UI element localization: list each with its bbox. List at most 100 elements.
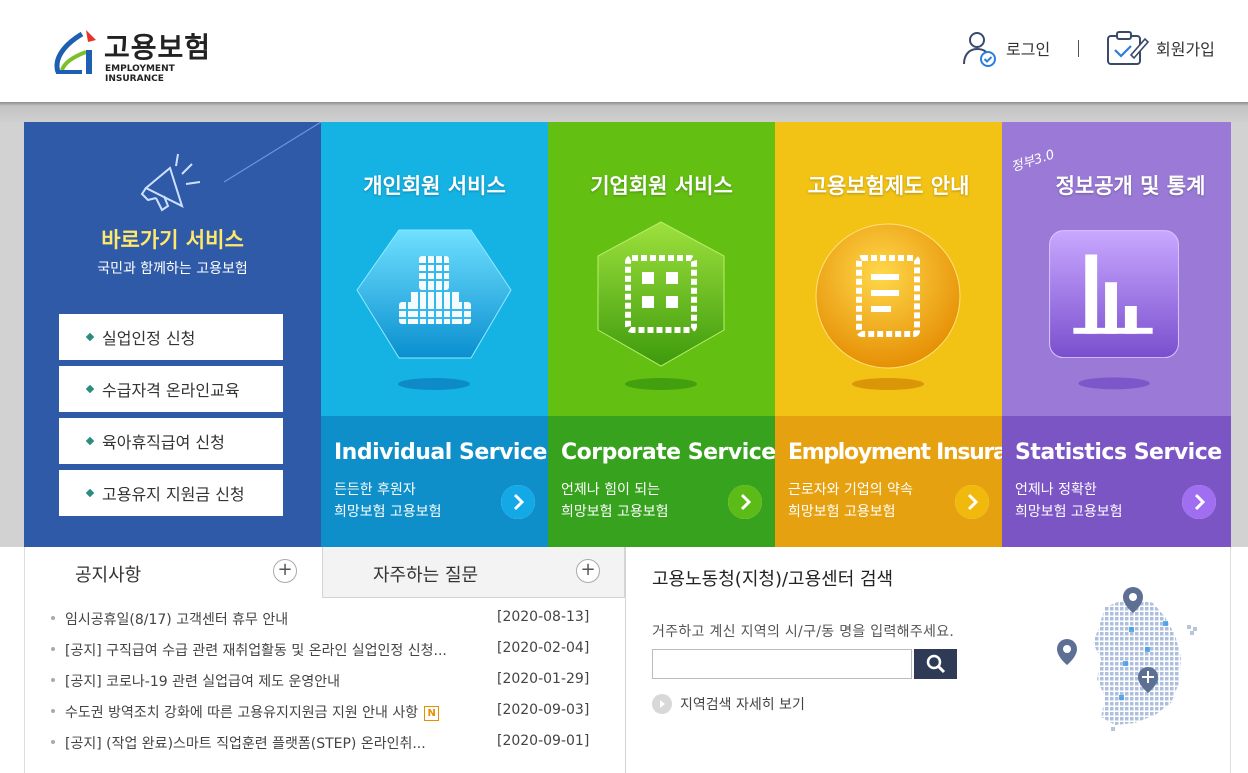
header-divider — [1078, 40, 1079, 57]
bullet-icon — [51, 678, 55, 682]
list-item[interactable]: 수도권 방역조치 강화에 따른 고용유지지원금 지원 안내 사항 N [2020-… — [49, 701, 599, 732]
building-icon — [597, 221, 725, 390]
service-statistics[interactable]: 정보공개 및 통계 정부3.0 Statistics Service 언제나 정… — [1002, 122, 1231, 547]
service-title: 정보공개 및 통계 — [1055, 174, 1206, 198]
quick-item-label: 육아휴직급여 신청 — [102, 433, 225, 452]
logo-title: 고용보험 — [104, 31, 212, 64]
header-shadow — [0, 102, 1248, 122]
office-search-title: 고용노동청(지청)/고용센터 검색 — [652, 569, 894, 590]
service-title: 고용보험제도 안내 — [807, 174, 970, 198]
search-button[interactable] — [914, 649, 957, 679]
bottom-section: 공지사항 + 자주하는 질문 + 임시공휴일(8/17) 고객센터 휴무 안내 … — [24, 547, 1231, 773]
quick-item-online-education[interactable]: 수급자격 온라인교육 — [59, 366, 283, 412]
tab-faq[interactable]: 자주하는 질문 + — [322, 547, 625, 598]
notice-date: [2020-08-13] — [497, 609, 590, 625]
quick-item-label: 실업인정 신청 — [102, 329, 196, 348]
service-corporate[interactable]: 기업회원 서비스 Corporate Service 언제나 힘이 되는 희망보… — [548, 122, 775, 547]
service-footer: Statistics Service 언제나 정확한 희망보험 고용보험 — [1002, 416, 1231, 547]
notice-title[interactable]: [공지] (작업 완료)스마트 직업훈련 플랫폼(STEP) 온라인취... — [65, 733, 485, 753]
bullet-icon — [85, 488, 95, 498]
service-footer: Employment Insurance 근로자와 기업의 약속 희망보험 고용… — [775, 416, 1002, 547]
logo-subtitle: EMPLOYMENT INSURANCE — [105, 64, 175, 84]
bullet-icon — [85, 332, 95, 342]
korea-map-icon — [1057, 587, 1197, 731]
notice-title-wrap[interactable]: 수도권 방역조치 강화에 따른 고용유지지원금 지원 안내 사항 N — [65, 702, 440, 722]
plus-icon[interactable]: + — [273, 559, 297, 583]
arrow-right-icon[interactable] — [1182, 485, 1216, 519]
header: 고용보험 EMPLOYMENT INSURANCE 로그인 회원가입 — [0, 0, 1248, 102]
quick-subtitle: 국민과 함께하는 고용보험 — [97, 261, 248, 277]
login-link[interactable]: 로그인 — [960, 28, 1050, 68]
document-icon — [815, 223, 961, 390]
service-employment-insurance[interactable]: 고용보험제도 안내 Employment Insurance 근로자와 기업의 … — [775, 122, 1002, 547]
notice-date: [2020-02-04] — [497, 640, 590, 656]
chart-icon — [1049, 230, 1179, 390]
service-en-title: Statistics Service — [1015, 440, 1222, 465]
search-icon — [926, 654, 945, 674]
bullet-icon — [85, 436, 95, 446]
plus-icon[interactable]: + — [576, 559, 600, 583]
notice-date: [2020-09-03] — [497, 702, 590, 718]
arrow-right-icon[interactable] — [728, 485, 762, 519]
list-item[interactable]: 임시공휴일(8/17) 고객센터 휴무 안내 [2020-08-13] — [49, 608, 599, 639]
service-desc-1: 언제나 힘이 되는 — [561, 482, 661, 498]
new-badge: N — [424, 706, 440, 721]
service-en-title: Corporate Service — [561, 440, 775, 465]
join-icon — [1107, 31, 1150, 65]
detail-link-label: 지역검색 자세히 보기 — [680, 697, 805, 713]
tab-notice[interactable]: 공지사항 + — [25, 547, 322, 598]
bullet-icon — [51, 709, 55, 713]
person-icon — [356, 229, 512, 390]
service-individual[interactable]: 개인회원 서비스 Individual Service 든든한 후원자 희망보험… — [321, 122, 548, 547]
service-desc-2: 희망보험 고용보험 — [561, 504, 669, 520]
bullet-icon — [51, 647, 55, 651]
office-search-desc: 거주하고 계신 지역의 시/구/동 명을 입력해주세요. — [652, 624, 955, 640]
quick-service-panel: 바로가기 서비스 국민과 함께하는 고용보험 실업인정 신청 수급자격 온라인교… — [24, 122, 321, 547]
join-link[interactable]: 회원가입 — [1106, 28, 1215, 68]
arrow-right-icon[interactable] — [501, 485, 535, 519]
service-title: 기업회원 서비스 — [590, 174, 733, 198]
office-search-input[interactable] — [652, 649, 912, 679]
service-footer: Individual Service 든든한 후원자 희망보험 고용보험 — [321, 416, 548, 547]
service-desc-2: 희망보험 고용보험 — [334, 504, 442, 520]
service-desc-2: 희망보험 고용보험 — [1015, 504, 1123, 520]
tab-notice-label: 공지사항 — [75, 565, 142, 586]
quick-item-childcare-leave[interactable]: 육아휴직급여 신청 — [59, 418, 283, 464]
list-item[interactable]: [공지] 구직급여 수급 관련 재취업활동 및 온라인 실업인정 신청... [… — [49, 639, 599, 670]
bullet-icon — [51, 740, 55, 744]
service-desc-1: 든든한 후원자 — [334, 482, 416, 498]
arrow-right-icon[interactable] — [955, 485, 989, 519]
megaphone-icon — [140, 153, 201, 212]
quick-item-employment-retention[interactable]: 고용유지 지원금 신청 — [59, 470, 283, 516]
login-icon — [963, 32, 996, 67]
service-desc-2: 희망보험 고용보험 — [788, 504, 896, 520]
list-item[interactable]: [공지] 코로나-19 관련 실업급여 제도 운영안내 [2020-01-29] — [49, 670, 599, 701]
service-desc-1: 언제나 정확한 — [1015, 482, 1097, 498]
quick-item-label: 수급자격 온라인교육 — [102, 381, 240, 400]
service-footer: Corporate Service 언제나 힘이 되는 희망보험 고용보험 — [548, 416, 775, 547]
notice-date: [2020-01-29] — [497, 671, 590, 687]
tab-faq-label: 자주하는 질문 — [373, 565, 479, 586]
logo[interactable]: 고용보험 EMPLOYMENT INSURANCE — [52, 24, 222, 84]
quick-title: 바로가기 서비스 — [101, 228, 244, 252]
notice-title: 수도권 방역조치 강화에 따른 고용유지지원금 지원 안내 사항 — [65, 705, 419, 721]
quick-item-label: 고용유지 지원금 신청 — [102, 485, 245, 504]
notice-list: 임시공휴일(8/17) 고객센터 휴무 안내 [2020-08-13] [공지]… — [49, 608, 599, 763]
bullet-icon — [51, 616, 55, 620]
service-en-title: Individual Service — [334, 440, 547, 465]
list-item[interactable]: [공지] (작업 완료)스마트 직업훈련 플랫폼(STEP) 온라인취... [… — [49, 732, 599, 763]
bullet-icon — [85, 384, 95, 394]
play-icon — [652, 694, 672, 714]
notice-title[interactable]: [공지] 구직급여 수급 관련 재취업활동 및 온라인 실업인정 신청... — [65, 640, 485, 660]
notice-title[interactable]: 임시공휴일(8/17) 고객센터 휴무 안내 — [65, 609, 485, 629]
service-title: 개인회원 서비스 — [363, 174, 506, 198]
section-divider — [625, 547, 626, 773]
region-search-detail-link[interactable]: 지역검색 자세히 보기 — [652, 694, 805, 714]
notice-title[interactable]: [공지] 코로나-19 관련 실업급여 제도 운영안내 — [65, 671, 485, 691]
service-desc-1: 근로자와 기업의 약속 — [788, 482, 913, 498]
notice-date: [2020-09-01] — [497, 733, 590, 749]
login-label: 로그인 — [1006, 40, 1051, 59]
join-label: 회원가입 — [1156, 40, 1215, 59]
quick-item-unemployment[interactable]: 실업인정 신청 — [59, 314, 283, 360]
main-banner: 바로가기 서비스 국민과 함께하는 고용보험 실업인정 신청 수급자격 온라인교… — [0, 122, 1248, 547]
